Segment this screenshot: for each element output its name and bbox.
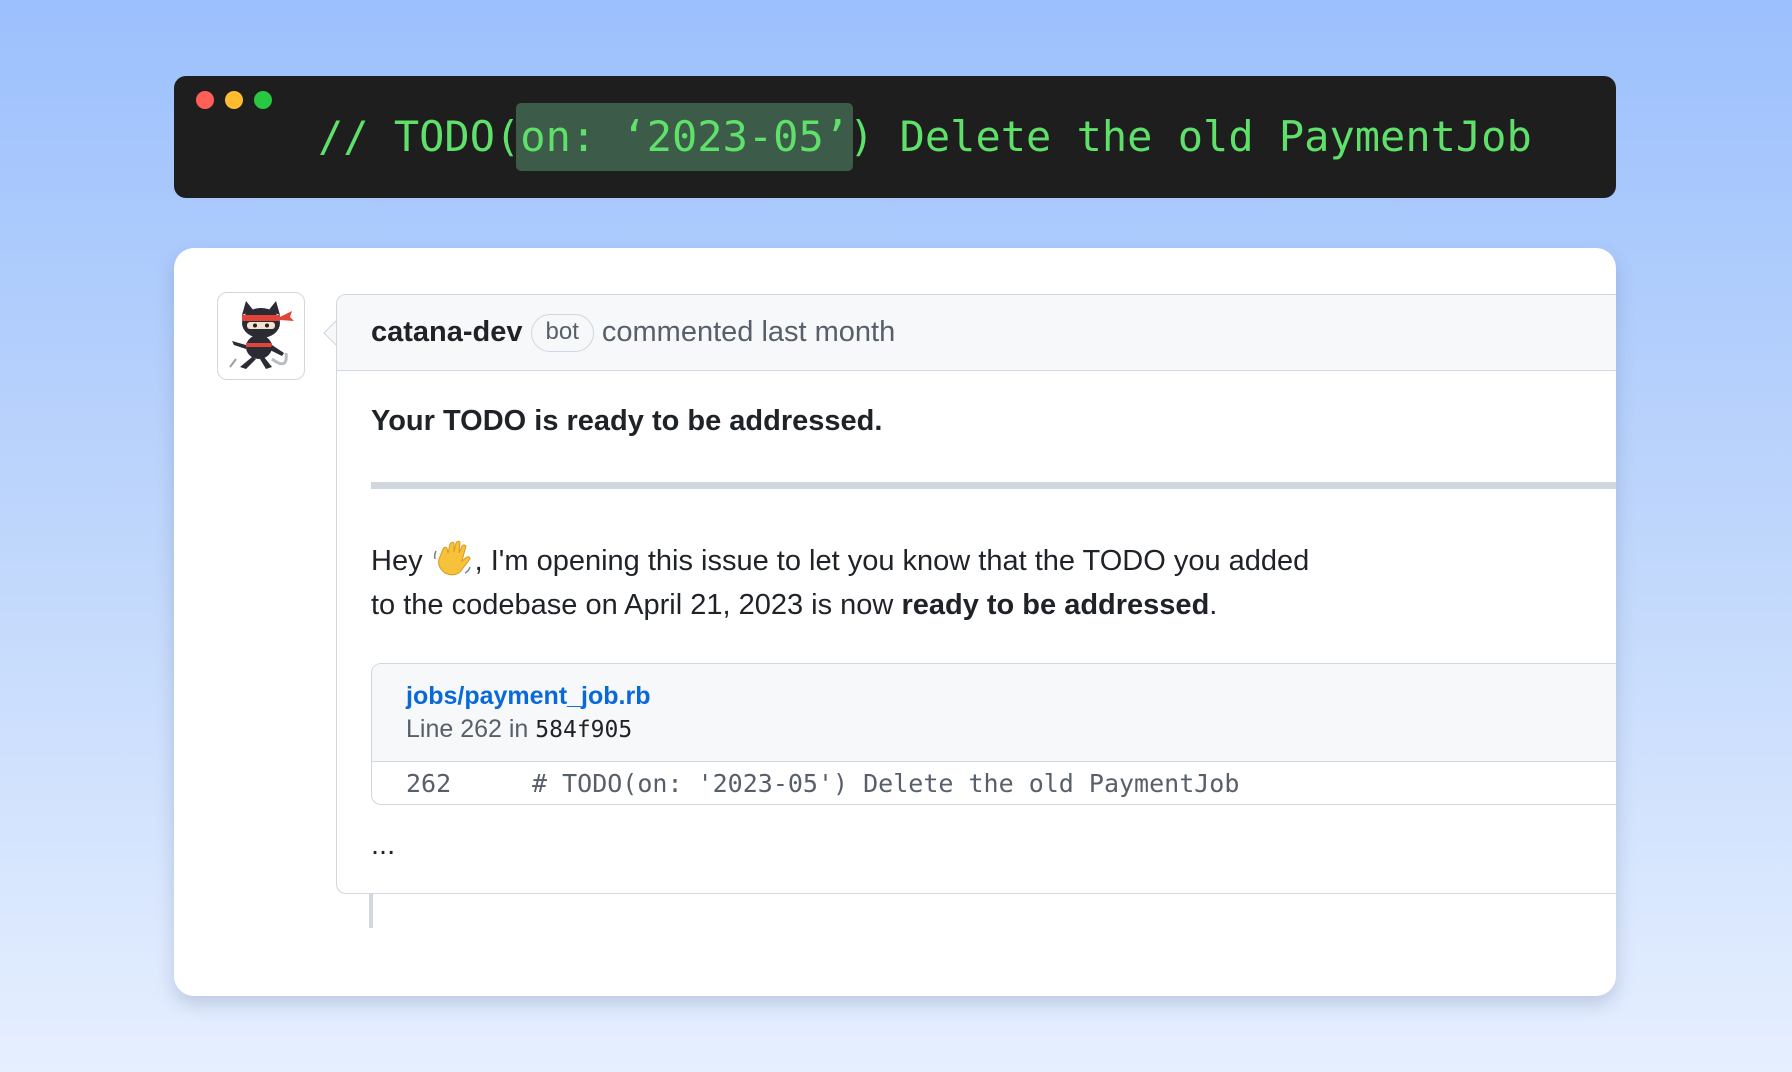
bot-badge: bot [530,313,594,352]
body-bold: ready to be addressed [901,589,1210,621]
commit-sha[interactable]: 584f905 [535,717,632,743]
issue-card: catana-dev bot commented last month Your… [174,248,1616,996]
body-part-3: to the codebase on April 21, 2023 is now [371,589,902,621]
code-suffix: ) Delete the old PaymentJob [849,112,1532,161]
maximize-window-dot[interactable] [254,91,272,109]
comment-headline: Your TODO is ready to be addressed. [371,405,883,437]
code-reference-box: jobs/payment_job.rb Line 262 in 584f905 … [371,663,1616,805]
comment-ellipsis: ... [371,829,396,861]
code-prefix: // TODO( [318,112,521,161]
window-controls [196,91,272,109]
line-number: 262 [406,768,452,798]
comment-timestamp[interactable]: commented last month [602,316,895,349]
file-line-info: Line 262 in 584f905 [406,715,1616,744]
minimize-window-dot[interactable] [225,91,243,109]
comment-header: catana-dev bot commented last month [337,295,1616,371]
code-banner: // TODO(on: ‘2023-05’) Delete the old Pa… [174,76,1616,198]
code-reference-header: jobs/payment_job.rb Line 262 in 584f905 [372,664,1616,762]
ninja-cat-icon [229,301,294,369]
timeline-connector [369,894,373,928]
author-name[interactable]: catana-dev [371,316,523,349]
code-snippet: # TODO(on: '2023-05') Delete the old Pay… [532,768,1240,798]
code-highlight: on: ‘2023-05’ [516,103,854,171]
waving-hand-icon [433,540,471,576]
body-part-1: Hey [371,545,431,577]
divider [371,482,1616,489]
line-info-prefix: Line 262 in [406,715,536,743]
todo-code-line: // TODO(on: ‘2023-05’) Delete the old Pa… [318,103,1532,171]
comment-body: Your TODO is ready to be addressed. Hey … [337,405,1616,862]
code-snippet-row: 262 # TODO(on: '2023-05') Delete the old… [372,762,1616,804]
file-path-link[interactable]: jobs/payment_job.rb [406,682,1616,711]
comment-box: catana-dev bot commented last month Your… [336,294,1616,894]
comment-paragraph: Hey , I'm opening this issue to let you … [371,539,1616,627]
body-part-2: , I'm opening this issue to let you know… [474,545,1310,577]
avatar[interactable] [217,292,305,380]
close-window-dot[interactable] [196,91,214,109]
body-end: . [1209,589,1218,621]
